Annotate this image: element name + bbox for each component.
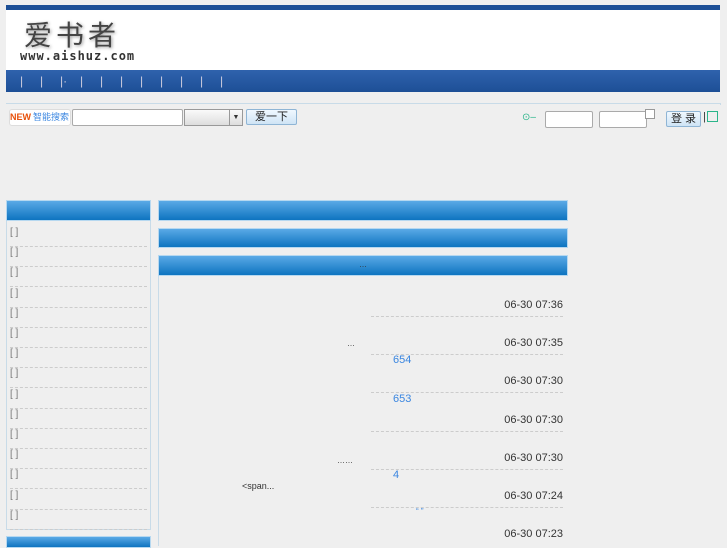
search-input[interactable] — [72, 109, 183, 126]
sidebar-item[interactable]: [ ] — [10, 247, 147, 268]
nav-separator[interactable]: | — [20, 70, 40, 92]
row-divider — [371, 507, 563, 508]
nav-separator[interactable]: | — [40, 70, 60, 92]
sidebar-item[interactable]: [ ] — [10, 267, 147, 288]
nav-separator[interactable]: | — [120, 70, 140, 92]
sidebar-item[interactable]: [ ] — [10, 409, 147, 429]
sidebar-item[interactable]: [ ] — [10, 510, 147, 530]
nav-separator[interactable]: | — [80, 70, 100, 92]
row-timestamp: 06-30 07:35 — [504, 337, 563, 350]
search-category-select[interactable]: ▼ — [184, 109, 243, 126]
sidebar-item[interactable]: [ ] — [10, 308, 147, 328]
nav-bar: | | |· | | | | | | | | — [6, 70, 720, 92]
sidebar-item[interactable]: [ ] — [10, 429, 147, 449]
main-header-1 — [158, 200, 568, 221]
remember-checkbox[interactable] — [645, 109, 655, 119]
key-icon: ⊙– — [522, 112, 536, 123]
row-link[interactable]: “ ” — [416, 507, 424, 516]
password-input[interactable] — [599, 111, 647, 128]
login-button[interactable]: 登 录 — [666, 111, 701, 127]
nav-separator[interactable]: | — [100, 70, 120, 92]
nav-separator[interactable]: | — [200, 70, 220, 92]
sidebar-item[interactable]: [ ] — [10, 449, 147, 470]
content-border — [158, 276, 159, 546]
sidebar-item[interactable]: [ ] — [10, 348, 147, 369]
row-timestamp: 06-30 07:30 — [504, 451, 563, 464]
row-timestamp: 06-30 07:36 — [504, 299, 563, 311]
row-snippet: … — [347, 339, 355, 349]
smart-search-badge: NEW 智能搜索 — [9, 109, 71, 126]
sidebar-item[interactable]: [ ] — [10, 227, 147, 247]
nav-separator[interactable]: | — [180, 70, 200, 92]
row-divider — [371, 430, 563, 432]
row-timestamp: 06-30 07:30 — [504, 413, 563, 426]
main-header-3: … — [158, 255, 568, 276]
row-snippet: …… — [337, 456, 353, 465]
nav-separator[interactable]: | — [140, 70, 160, 92]
row-link[interactable]: 4 — [393, 469, 399, 481]
row-divider — [371, 468, 563, 470]
nav-separator[interactable]: |· — [60, 70, 80, 92]
chevron-down-icon: ▼ — [229, 110, 242, 125]
row-link[interactable]: 653 — [393, 393, 411, 405]
register-icon[interactable] — [707, 111, 718, 122]
sidebar-header-2 — [6, 536, 151, 548]
username-input[interactable] — [545, 111, 593, 128]
divider — [6, 103, 721, 105]
separator: | — [703, 111, 706, 123]
sidebar-header — [6, 200, 151, 221]
row-timestamp: 06-30 07:30 — [504, 375, 563, 388]
row-link[interactable]: 654 — [393, 354, 411, 366]
site-logo[interactable]: 爱书者 — [24, 14, 120, 54]
site-url: www.aishuz.com — [20, 49, 136, 63]
nav-separator[interactable]: | — [220, 70, 240, 92]
sidebar-item[interactable]: [ ] — [10, 469, 147, 490]
sidebar-item[interactable]: [ ] — [10, 490, 147, 510]
row-divider — [371, 316, 563, 317]
search-button[interactable]: 爱一下 — [246, 109, 297, 125]
row-timestamp: 06-30 07:24 — [504, 490, 563, 502]
main-header-2 — [158, 228, 568, 248]
sidebar-item[interactable]: [ ] — [10, 328, 147, 348]
sidebar-item[interactable]: [ ] — [10, 368, 147, 389]
new-icon: NEW — [10, 112, 31, 122]
nav-separator[interactable]: | — [160, 70, 180, 92]
sidebar-item[interactable]: [ ] — [10, 389, 147, 409]
span-snippet: <span... — [242, 481, 275, 491]
sidebar-item[interactable]: [ ] — [10, 288, 147, 308]
row-timestamp: 06-30 07:23 — [504, 528, 563, 541]
